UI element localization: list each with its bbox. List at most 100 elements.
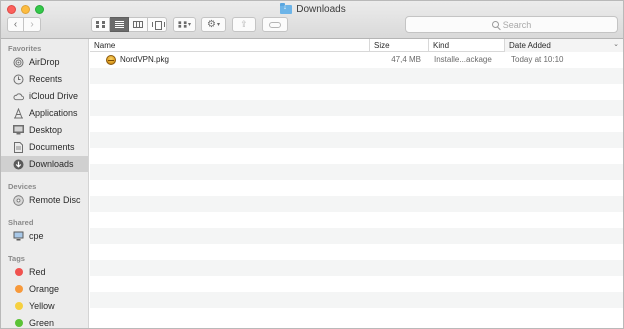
column-view-button[interactable] xyxy=(129,17,148,32)
clock-icon xyxy=(13,74,24,85)
action-button[interactable]: ⚙ ▾ xyxy=(201,17,226,32)
columns-icon xyxy=(133,21,143,28)
tag-icon xyxy=(269,21,281,28)
table-row-bg xyxy=(90,308,623,324)
green-tag-dot-icon xyxy=(15,319,23,327)
list-view-button[interactable] xyxy=(110,17,129,32)
column-header-date-added[interactable]: Date Added ⌄ xyxy=(505,39,623,52)
table-row-bg xyxy=(90,164,623,180)
sidebar-section-devices: Devices xyxy=(8,182,37,191)
search-placeholder: Search xyxy=(502,19,532,30)
sidebar-item-label: Documents xyxy=(29,142,75,152)
sidebar-item-label: Orange xyxy=(29,284,60,294)
table-row-bg xyxy=(90,292,623,308)
sidebar-section-shared: Shared xyxy=(8,218,34,227)
table-row-bg xyxy=(90,68,623,84)
sidebar-section-tags: Tags xyxy=(8,254,25,263)
table-row-bg xyxy=(90,228,623,244)
file-list: Name Size Kind Date Added ⌄ NordVPN.pkg … xyxy=(90,39,623,328)
sidebar-item-label: Applications xyxy=(29,108,78,118)
table-row-bg xyxy=(90,212,623,228)
column-header-kind[interactable]: Kind xyxy=(429,39,505,52)
sidebar-item-applications[interactable]: Applications xyxy=(1,105,88,121)
arrange-button[interactable]: ▾ xyxy=(173,17,196,32)
sort-chevron-down-icon: ⌄ xyxy=(613,41,619,48)
sidebar-item-airdrop[interactable]: AirDrop xyxy=(1,54,88,70)
airdrop-icon xyxy=(13,57,24,68)
sidebar-item-label: Desktop xyxy=(29,125,63,135)
view-mode-control xyxy=(91,17,167,32)
table-row-bg xyxy=(90,148,623,164)
yellow-tag-dot-icon xyxy=(15,302,23,310)
table-row-bg xyxy=(90,132,623,148)
sidebar-item-label: Yellow xyxy=(29,301,55,311)
sidebar-item-desktop[interactable]: Desktop xyxy=(1,122,88,138)
sidebar-item-tag-red[interactable]: Red xyxy=(1,264,88,280)
share-icon: ⇪ xyxy=(240,19,248,29)
orange-tag-dot-icon xyxy=(15,285,23,293)
sidebar-section-favorites: Favorites xyxy=(8,44,42,53)
table-row[interactable]: NordVPN.pkg 47,4 MB Installe...ackage To… xyxy=(90,52,623,68)
finder-window: Downloads ‹ › ▾ ⚙ ▾ ⇪ xyxy=(0,0,624,329)
sidebar-item-label: AirDrop xyxy=(29,57,60,67)
column-header-label: Name xyxy=(94,41,116,50)
sidebar-item-tag-orange[interactable]: Orange xyxy=(1,281,88,297)
search-icon xyxy=(491,21,499,28)
edit-tags-button[interactable] xyxy=(262,17,288,32)
column-header-label: Kind xyxy=(433,41,450,50)
sidebar-item-recents[interactable]: Recents xyxy=(1,71,88,87)
sidebar-item-tag-green[interactable]: Green xyxy=(1,315,88,328)
cloud-icon xyxy=(13,91,24,102)
arrange-grid-icon xyxy=(178,21,187,28)
sidebar-item-label: Green xyxy=(29,318,55,328)
sidebar-item-label: Red xyxy=(29,267,46,277)
table-row-bg xyxy=(90,180,623,196)
sidebar-item-documents[interactable]: Documents xyxy=(1,139,88,155)
sidebar-item-cpe[interactable]: cpe xyxy=(1,228,88,244)
icon-grid-icon xyxy=(96,21,105,28)
column-header: Name Size Kind Date Added ⌄ xyxy=(90,39,623,52)
column-header-size[interactable]: Size xyxy=(370,39,429,52)
disc-icon xyxy=(13,194,24,206)
table-row-bg xyxy=(90,276,623,292)
icon-view-button[interactable] xyxy=(91,17,110,32)
chevron-left-icon: ‹ xyxy=(13,19,18,30)
cover-flow-view-button[interactable] xyxy=(148,17,167,32)
table-row-bg xyxy=(90,84,623,100)
chevron-down-icon: ▾ xyxy=(216,22,220,28)
file-name: NordVPN.pkg xyxy=(120,55,169,64)
sidebar-item-label: Downloads xyxy=(29,159,74,169)
download-icon xyxy=(13,159,24,170)
document-icon xyxy=(13,141,24,153)
applications-icon xyxy=(13,107,24,119)
sidebar-item-tag-yellow[interactable]: Yellow xyxy=(1,298,88,314)
sidebar-item-icloud-drive[interactable]: iCloud Drive xyxy=(1,88,88,104)
toolbar: Downloads ‹ › ▾ ⚙ ▾ ⇪ xyxy=(1,1,623,39)
column-header-name[interactable]: Name xyxy=(90,39,370,52)
monitor-icon xyxy=(13,231,24,242)
column-header-label: Size xyxy=(374,41,390,50)
table-row-bg xyxy=(90,196,623,212)
sidebar-item-label: Recents xyxy=(29,74,63,84)
sidebar-item-remote-disc[interactable]: Remote Disc xyxy=(1,192,88,208)
cover-flow-icon xyxy=(151,21,165,30)
sidebar-item-label: cpe xyxy=(29,231,44,241)
column-header-label: Date Added xyxy=(509,41,551,50)
sidebar-item-downloads[interactable]: Downloads xyxy=(1,156,88,172)
sidebar: Favorites AirDrop Recents iCloud Drive A… xyxy=(1,39,89,328)
search-input[interactable]: Search xyxy=(405,16,618,33)
back-button[interactable]: ‹ xyxy=(7,17,24,32)
rows-area[interactable]: NordVPN.pkg 47,4 MB Installe...ackage To… xyxy=(90,52,623,328)
share-button[interactable]: ⇪ xyxy=(232,17,256,32)
gear-icon: ⚙ xyxy=(207,19,216,30)
desktop-icon xyxy=(13,125,24,136)
list-icon xyxy=(114,21,124,28)
sidebar-item-label: iCloud Drive xyxy=(29,91,79,101)
forward-button[interactable]: › xyxy=(24,17,41,32)
chevron-right-icon: › xyxy=(30,19,34,30)
table-row-bg xyxy=(90,100,623,116)
chevron-down-icon: ▾ xyxy=(187,22,191,28)
red-tag-dot-icon xyxy=(15,268,23,276)
table-row-bg xyxy=(90,116,623,132)
package-icon xyxy=(106,55,116,65)
